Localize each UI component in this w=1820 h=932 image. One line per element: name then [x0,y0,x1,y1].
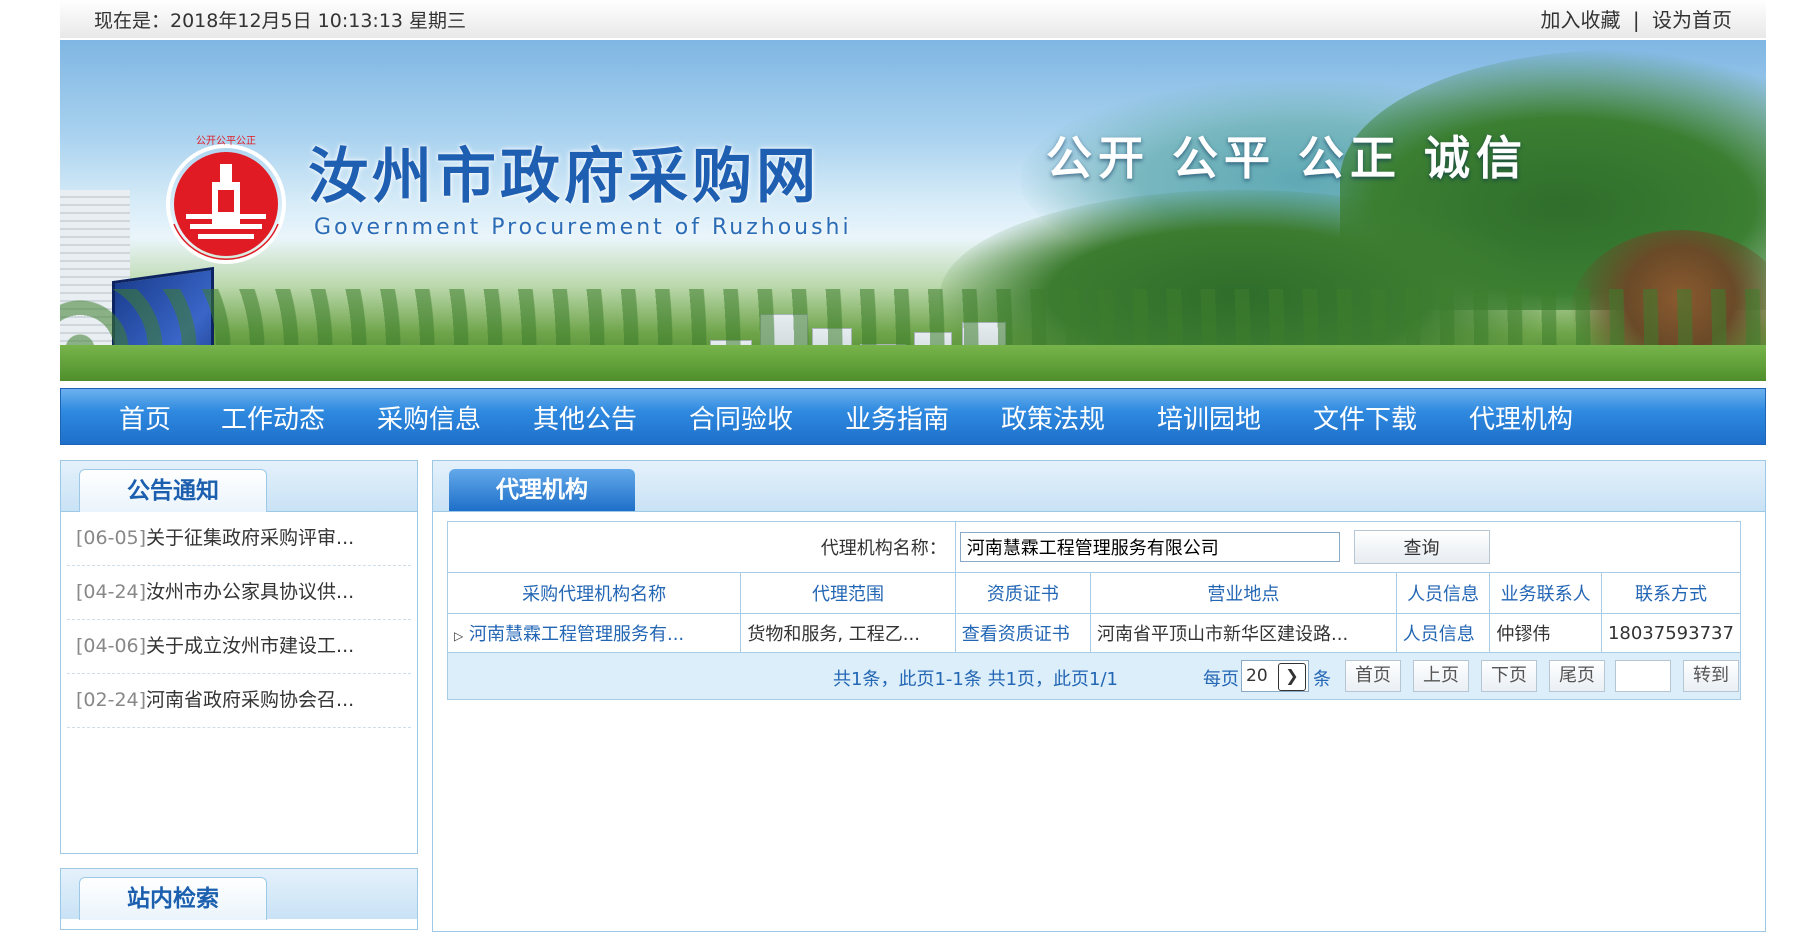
per-page-label: 每页 [1203,669,1239,690]
column-header-address: 营业地点 [1090,572,1397,614]
government-seal-logo: 公开公平公正 [166,136,286,264]
nav-downloads[interactable]: 文件下载 [1313,399,1417,436]
pager-row: 共1条，此页1-1条 共1页，此页1/1 每页 20 ❯ 条 首页 上页 下页 … [447,652,1741,700]
column-header-staff: 人员信息 [1395,572,1491,614]
notice-item[interactable]: [06-05]关于征集政府采购评审... [67,512,411,566]
notice-item[interactable]: [02-24]河南省政府采购协会召... [67,674,411,728]
search-row: 代理机构名称： 查询 [447,521,1742,573]
per-page-select[interactable]: 20 ❯ [1241,660,1309,692]
agency-panel-header: 代理机构 [433,461,1765,512]
nav-policies[interactable]: 政策法规 [1001,399,1105,436]
agency-panel-tab[interactable]: 代理机构 [449,469,635,511]
main-nav: 首页 工作动态 采购信息 其他公告 合同验收 业务指南 政策法规 培训园地 文件… [60,388,1766,445]
top-links: 加入收藏 | 设为首页 [1541,4,1732,33]
notice-item[interactable]: [04-24]汝州市办公家具协议供... [67,566,411,620]
nav-business-guide[interactable]: 业务指南 [845,399,949,436]
notice-text: 汝州市办公家具协议供... [146,581,355,603]
search-label: 代理机构名称： [447,521,956,573]
nav-home[interactable]: 首页 [119,399,171,436]
nav-procurement-info[interactable]: 采购信息 [377,399,481,436]
table-header-row: 采购代理机构名称 代理范围 资质证书 营业地点 人员信息 业务联系人 联系方式 [446,572,1742,614]
page-number-input[interactable] [1615,660,1671,692]
site-title: 汝州市政府采购网 [308,142,820,212]
notice-list: [06-05]关于征集政府采购评审... [04-24]汝州市办公家具协议供..… [61,512,417,728]
site-search-title: 站内检索 [79,877,267,920]
column-header-certificate: 资质证书 [954,572,1092,614]
notice-date: [04-06] [76,635,147,657]
notice-panel-header: 公告通知 [61,461,417,512]
seal-text: 公开公平公正 [196,136,256,147]
agency-panel: 代理机构 代理机构名称： 查询 采购代理机构名称 代理范围 资质证书 营业地点 … [432,460,1766,932]
agency-name-link[interactable]: 河南慧霖工程管理服务有... [469,624,684,645]
banner-slogan: 公开 公平 公正 诚信 [1046,131,1529,185]
nav-other-notices[interactable]: 其他公告 [533,399,637,436]
cell-phone: 18037593737 [1600,613,1742,653]
nav-work-news[interactable]: 工作动态 [221,399,325,436]
add-favorite-link[interactable]: 加入收藏 [1541,8,1621,32]
nav-training[interactable]: 培训园地 [1157,399,1261,436]
cell-agency-name: ▷ 河南慧霖工程管理服务有... [446,613,742,653]
view-certificate-link[interactable]: 查看资质证书 [962,624,1070,645]
nav-contract-acceptance[interactable]: 合同验收 [689,399,793,436]
notice-date: [04-24] [76,581,147,603]
banner-grass [60,345,1766,381]
top-bar: 现在是：2018年12月5日 10:13:13 星期三 加入收藏 | 设为首页 [60,0,1766,38]
table-row: ▷ 河南慧霖工程管理服务有... 货物和服务, 工程乙... 查看资质证书 河南… [446,613,1742,653]
site-search-panel: 站内检索 [60,868,418,930]
site-search-header: 站内检索 [61,869,417,920]
cell-scope: 货物和服务, 工程乙... [740,613,956,653]
pager: 共1条，此页1-1条 共1页，此页1/1 每页 20 ❯ 条 首页 上页 下页 … [449,654,1739,698]
notice-text: 关于征集政府采购评审... [146,527,355,549]
notice-text: 关于成立汝州市建设工... [146,635,355,657]
prev-page-button[interactable]: 上页 [1413,660,1469,692]
site-subtitle: Government Procurement of Ruzhoushi [314,215,852,240]
notice-item[interactable]: [04-06]关于成立汝州市建设工... [67,620,411,674]
column-header-phone: 联系方式 [1600,572,1742,614]
search-cell: 查询 [954,521,1742,573]
staff-info-link[interactable]: 人员信息 [1403,624,1475,645]
notice-date: [06-05] [76,527,147,549]
current-datetime: 现在是：2018年12月5日 10:13:13 星期三 [94,10,467,32]
per-page-unit: 条 [1313,669,1331,690]
header-banner: 公开公平公正 汝州市政府采购网 Government Procurement o… [60,40,1766,381]
agency-name-input[interactable] [959,532,1340,562]
pager-summary: 共1条，此页1-1条 共1页，此页1/1 [833,669,1118,690]
column-header-scope: 代理范围 [740,572,956,614]
chevron-down-icon: ❯ [1278,663,1306,691]
top-link-separator: | [1632,8,1640,32]
nav-agencies[interactable]: 代理机构 [1469,399,1573,436]
cell-certificate: 查看资质证书 [954,613,1092,653]
per-page-value: 20 [1246,666,1268,686]
set-homepage-link[interactable]: 设为首页 [1652,8,1732,32]
cell-address: 河南省平顶山市新华区建设路... [1090,613,1397,653]
last-page-button[interactable]: 尾页 [1549,660,1605,692]
notice-text: 河南省政府采购协会召... [146,689,355,711]
cell-contact: 仲镠伟 [1489,613,1602,653]
cell-staff: 人员信息 [1395,613,1491,653]
notice-panel-title: 公告通知 [79,469,267,512]
row-arrow-icon: ▷ [454,629,464,643]
column-header-contact: 业务联系人 [1489,572,1602,614]
pager-cell: 共1条，此页1-1条 共1页，此页1/1 每页 20 ❯ 条 首页 上页 下页 … [447,652,1741,700]
agency-table: 代理机构名称： 查询 采购代理机构名称 代理范围 资质证书 营业地点 人员信息 … [446,521,1742,700]
next-page-button[interactable]: 下页 [1481,660,1537,692]
notice-date: [02-24] [76,689,147,711]
first-page-button[interactable]: 首页 [1345,660,1401,692]
goto-page-button[interactable]: 转到 [1683,660,1739,692]
column-header-agency-name: 采购代理机构名称 [446,572,742,614]
notice-panel: 公告通知 [06-05]关于征集政府采购评审... [04-24]汝州市办公家具… [60,460,418,854]
query-button[interactable]: 查询 [1353,530,1490,564]
page: 现在是：2018年12月5日 10:13:13 星期三 加入收藏 | 设为首页 [60,0,1766,932]
